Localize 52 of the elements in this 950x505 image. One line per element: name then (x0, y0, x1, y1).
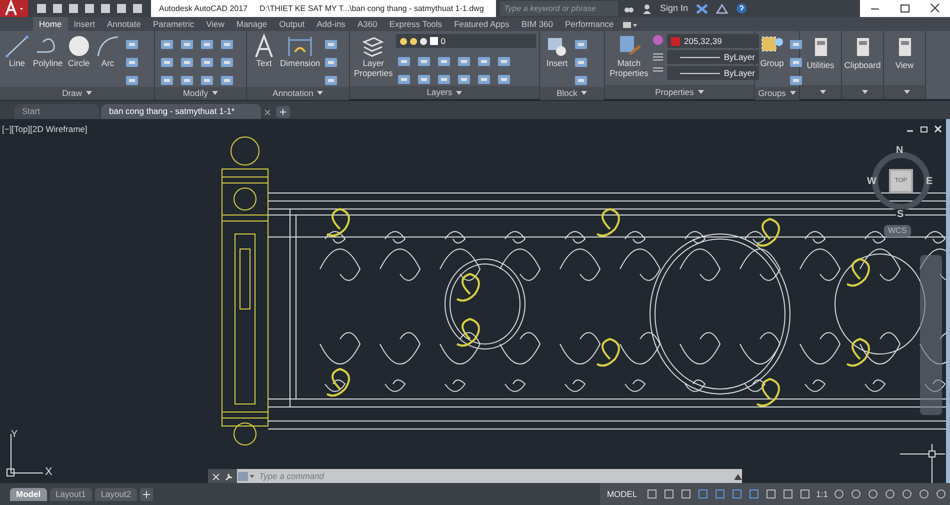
ribbon-tab[interactable]: Performance (559, 17, 620, 31)
color-dropdown[interactable]: 205,32,39 (667, 34, 759, 48)
tool-button[interactable]: Text (256, 58, 272, 68)
tool-button[interactable]: Dimension (280, 58, 320, 68)
ribbon-tab[interactable]: Manage (230, 17, 274, 31)
ribbon-tab[interactable]: View (200, 17, 230, 31)
layout-tab[interactable]: Layout2 (94, 488, 138, 500)
ribbon-tab[interactable]: Featured Apps (448, 17, 516, 31)
lineweight-dropdown[interactable]: ByLayer (667, 66, 759, 80)
linetype-dropdown[interactable]: ByLayer (667, 50, 759, 64)
ribbon-tab[interactable]: Express Tools (383, 17, 448, 31)
ribbon-tab[interactable]: BIM 360 (515, 17, 560, 31)
tool-button[interactable]: Arc (101, 58, 114, 68)
ribbon-tab[interactable]: Insert (68, 17, 101, 31)
wcs-menu[interactable]: WCS (884, 225, 911, 237)
axis-label: Y (11, 428, 18, 442)
panel-title[interactable]: Draw (62, 87, 82, 100)
panel-button[interactable]: Utilities (806, 59, 834, 72)
ribbon-tab[interactable]: A360 (351, 17, 384, 31)
compass-letter: S (896, 209, 905, 220)
tool-button[interactable]: Circle (68, 58, 90, 68)
file-path: D:\THIET KE SAT MY T...\ban cong thang - satmythuat 1-1.dwg (260, 2, 484, 14)
document-tab[interactable]: ban cong thang - satmythuat 1-1* (101, 104, 261, 119)
layout-tab[interactable]: Layout1 (50, 488, 92, 500)
tool-button[interactable]: Polyline (33, 58, 63, 68)
search-field[interactable]: Type a keyword or phrase (500, 1, 618, 16)
document-tab[interactable]: Start (14, 104, 99, 119)
panel-button[interactable]: View (895, 59, 914, 72)
panel-title[interactable]: Layers (426, 86, 452, 99)
compass-letter: N (896, 144, 904, 158)
tool-button[interactable]: Group (760, 58, 784, 68)
sign-in-button[interactable]: Sign In (660, 2, 688, 16)
tool-button[interactable]: Match Properties (609, 58, 649, 78)
ribbon-tab[interactable]: Home (33, 17, 68, 31)
model-space-button[interactable]: MODEL (602, 488, 642, 500)
ribbon-tab[interactable]: Annotate (100, 17, 147, 31)
compass-letter: E (926, 175, 933, 189)
layout-tab[interactable]: Model (10, 488, 47, 500)
axis-label: X (45, 465, 52, 480)
panel-button[interactable]: Clipboard (844, 59, 881, 72)
compass-letter: W (867, 175, 876, 189)
app-title: Autodesk AutoCAD 2017 (159, 2, 248, 14)
layer-dropdown[interactable]: 0 (396, 34, 536, 48)
tool-button[interactable]: Layer Properties (354, 58, 393, 78)
ribbon-tab[interactable]: Output (273, 17, 311, 31)
command-input[interactable]: Type a command (255, 470, 734, 483)
ribbon-tab[interactable]: Add-ins (310, 17, 352, 31)
annotation-scale-button[interactable]: 1:1 (816, 488, 828, 500)
tool-button[interactable]: Line (8, 58, 26, 68)
viewport-label[interactable]: [−][Top][2D Wireframe] (2, 123, 88, 136)
ribbon-tab[interactable]: Parametric (146, 17, 200, 31)
tool-button[interactable]: Insert (546, 58, 568, 68)
